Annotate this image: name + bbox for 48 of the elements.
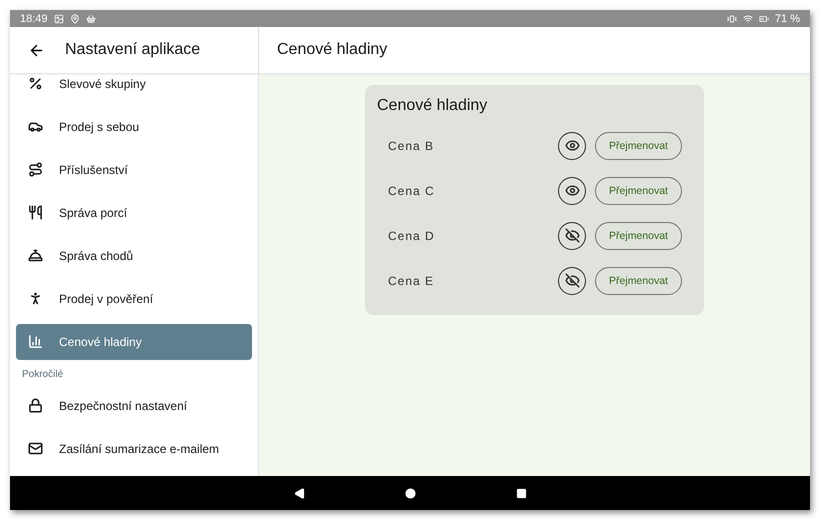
- pin-icon: [70, 14, 80, 24]
- price-level-name: Cena B: [388, 138, 436, 152]
- menu-item-icon: [28, 248, 43, 263]
- menu-item-icon: [28, 205, 43, 220]
- hidden-button[interactable]: [558, 222, 586, 250]
- battery-level: 71 %: [774, 12, 800, 24]
- recents-icon[interactable]: [516, 488, 526, 498]
- vibrate-icon: [726, 14, 737, 24]
- sidebar-title: Nastavení aplikace: [65, 41, 200, 59]
- sidebar-item[interactable]: Prodej v pověření: [16, 280, 252, 316]
- sidebar-item[interactable]: Slevové skupiny: [16, 66, 252, 102]
- sidebar-item[interactable]: Zasílání sumarizace e-mailem: [16, 430, 252, 466]
- crossed-eye-icon: [564, 273, 580, 288]
- eye-icon: [564, 183, 580, 198]
- crossed-eye-icon: [564, 228, 580, 243]
- price-level-name: Cena E: [388, 274, 436, 288]
- sidebar-item[interactable]: Příslušenství: [16, 152, 252, 188]
- image-icon: [54, 14, 64, 24]
- menu-item-icon: [28, 334, 43, 349]
- back-icon[interactable]: [294, 488, 304, 498]
- basket-icon: [86, 14, 96, 24]
- sidebar-item[interactable]: Správa porcí: [16, 194, 252, 230]
- menu-item-icon: [28, 441, 43, 456]
- sidebar-item[interactable]: Prodej s sebou: [16, 108, 252, 144]
- card-title: Cenové hladiny: [377, 97, 488, 115]
- rename-button[interactable]: Přejmenovat: [595, 132, 682, 160]
- menu-item-icon: [28, 291, 43, 306]
- menu-item-icon: [28, 162, 43, 177]
- wifi-icon: [742, 14, 753, 24]
- menu-item-icon: [28, 398, 43, 413]
- visibility-button[interactable]: [558, 176, 586, 204]
- status-time: 18:49: [20, 12, 48, 24]
- price-level-name: Cena C: [388, 184, 436, 198]
- menu-item-icon: [28, 76, 43, 91]
- section-header: Pokročilé: [21, 368, 64, 382]
- visibility-button[interactable]: [558, 132, 586, 160]
- sidebar-item[interactable]: Cenové hladiny: [16, 324, 252, 360]
- rename-button[interactable]: Přejmenovat: [595, 222, 682, 250]
- rename-button[interactable]: Přejmenovat: [595, 176, 682, 204]
- page-title: Cenové hladiny: [277, 41, 388, 59]
- sidebar-item[interactable]: Bezpečnostní nastavení: [16, 388, 252, 424]
- eye-icon: [564, 138, 580, 153]
- rename-button[interactable]: Přejmenovat: [595, 266, 682, 294]
- home-icon[interactable]: [404, 488, 416, 498]
- battery-icon: [758, 14, 769, 24]
- sidebar-item[interactable]: Správa chodů: [16, 238, 252, 274]
- hidden-button[interactable]: [558, 266, 586, 294]
- price-level-name: Cena D: [388, 228, 436, 242]
